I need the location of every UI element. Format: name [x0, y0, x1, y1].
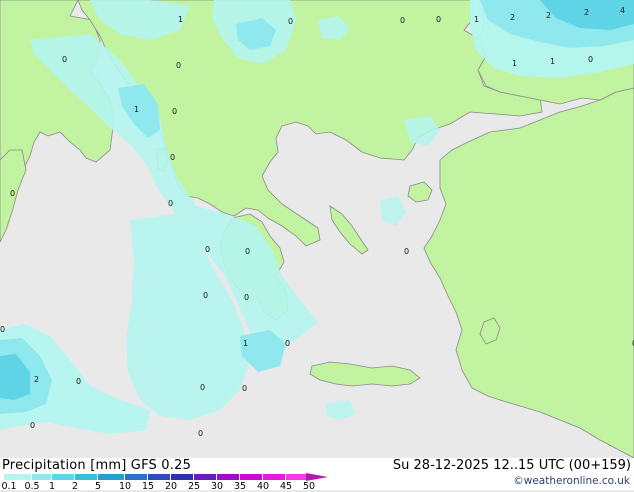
legend-color-segment	[98, 474, 125, 480]
map-label: 0	[62, 55, 67, 64]
map-label: 0	[288, 17, 293, 26]
map-label: 0	[436, 15, 441, 24]
legend-tick-label: 30	[210, 481, 224, 492]
map-label: 0	[198, 429, 203, 438]
legend-color-segment	[194, 474, 217, 480]
map-label: 2	[34, 375, 39, 384]
map-label: 0	[242, 384, 247, 393]
legend-color-segment	[4, 474, 32, 480]
map-label: 0	[245, 247, 250, 256]
map-label: 1	[243, 339, 248, 348]
map-label: 0	[400, 16, 405, 25]
precipitation-map: 1 0 0 0 1 2 2 2 4 0 0 1 1 0 1 0 0 0 0 0 …	[0, 0, 634, 458]
legend-color-segment	[125, 474, 148, 480]
map-label: 4	[620, 6, 625, 15]
map-label: 0	[172, 107, 177, 116]
map-label: 0	[285, 339, 290, 348]
forecast-datetime: Su 28-12-2025 12..15 UTC (00+159)	[392, 458, 631, 473]
legend-tick-label: 20	[164, 481, 178, 492]
legend-color-segment	[240, 474, 263, 480]
map-label: 2	[510, 13, 515, 22]
map-label: 0	[30, 421, 35, 430]
copyright-link[interactable]: ©weatheronline.co.uk	[513, 475, 630, 487]
map-label: 1	[474, 15, 479, 24]
legend-color-segment	[52, 474, 75, 480]
map-title: Precipitation [mm] GFS 0.25	[2, 458, 192, 473]
legend-tick-label: 10	[118, 481, 132, 492]
legend-color-bar	[4, 474, 309, 480]
legend-color-segment	[217, 474, 240, 480]
map-label: 0	[76, 377, 81, 386]
legend-tick-label: 0.1	[1, 481, 17, 492]
map-label: 0	[588, 55, 593, 64]
map-label: 0	[0, 325, 5, 334]
map-label: 2	[546, 11, 551, 20]
legend-tick-label: 50	[302, 481, 316, 492]
footer-bar: Precipitation [mm] GFS 0.25 Su 28-12-202…	[0, 458, 634, 492]
legend-tick-label: 0.5	[24, 481, 40, 492]
legend-tick-label: 1	[48, 481, 56, 492]
map-label: 0	[203, 291, 208, 300]
legend-tick-label: 25	[187, 481, 201, 492]
legend-tick-label: 35	[233, 481, 247, 492]
map-label: 0	[404, 247, 409, 256]
legend-color-segment	[75, 474, 98, 480]
legend-color-segment	[263, 474, 286, 480]
map-label: 1	[512, 59, 517, 68]
legend-tick-label: 15	[141, 481, 155, 492]
legend-tick-label: 40	[256, 481, 270, 492]
map-label: 1	[134, 105, 139, 114]
map-label: 1	[550, 57, 555, 66]
map-label: 0	[200, 383, 205, 392]
map-label: 0	[170, 153, 175, 162]
map-label: 0	[10, 189, 15, 198]
legend-color-segment	[32, 474, 52, 480]
legend-tick-label: 45	[279, 481, 293, 492]
map-label: 0	[244, 293, 249, 302]
map-label: 1	[178, 15, 183, 24]
map-label: 0	[176, 61, 181, 70]
map-label: 0	[168, 199, 173, 208]
legend-tick-label: 2	[71, 481, 79, 492]
legend-color-segment	[171, 474, 194, 480]
legend-arrow-icon	[306, 473, 328, 481]
legend-color-segment	[148, 474, 171, 480]
map-label: 0	[205, 245, 210, 254]
legend-tick-label: 5	[94, 481, 102, 492]
map-label: 2	[584, 8, 589, 17]
